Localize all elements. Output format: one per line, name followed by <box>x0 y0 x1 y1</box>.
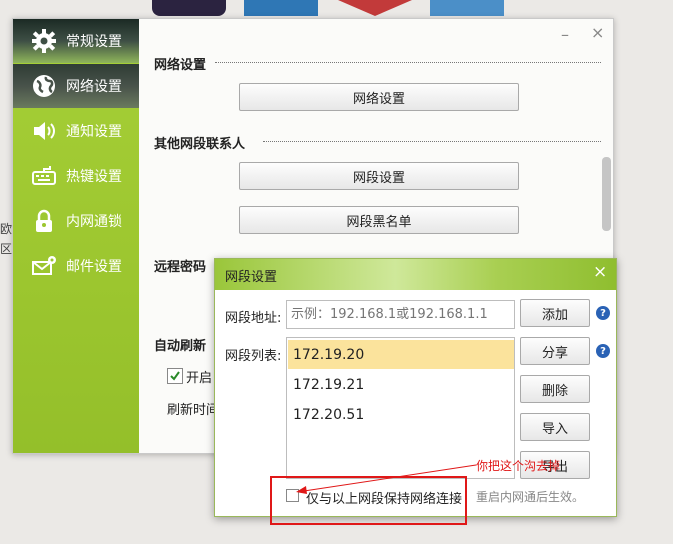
background-text: 欧 <box>0 222 13 236</box>
sidebar: 常规设置 网络设置 通知设置 热键设置 内网通锁 邮件设置 <box>13 19 139 453</box>
annotation-arrow <box>296 464 477 494</box>
segment-address-input[interactable] <box>286 300 515 329</box>
desktop-tile <box>244 0 318 16</box>
dialog-title: 网段设置 <box>225 270 278 285</box>
sidebar-item-label: 通知设置 <box>66 124 122 140</box>
list-item[interactable]: 172.19.20 <box>288 340 514 369</box>
sidebar-item-label: 邮件设置 <box>66 259 122 275</box>
sidebar-item-label: 内网通锁 <box>66 214 122 230</box>
sidebar-item-network[interactable]: 网络设置 <box>13 64 139 108</box>
sidebar-item-notification[interactable]: 通知设置 <box>13 109 139 153</box>
desktop-tile <box>430 0 504 16</box>
segment-blacklist-button[interactable]: 网段黑名单 <box>239 206 519 234</box>
sidebar-item-general[interactable]: 常规设置 <box>13 19 139 63</box>
sidebar-item-lock[interactable]: 内网通锁 <box>13 199 139 243</box>
refresh-time-label: 刷新时间 <box>167 403 220 418</box>
section-title-other-segment: 其他网段联系人 <box>154 137 246 152</box>
sidebar-item-label: 热键设置 <box>66 169 122 185</box>
gear-icon <box>30 27 58 55</box>
delete-button[interactable]: 删除 <box>520 375 590 403</box>
list-label: 网段列表: <box>225 349 282 364</box>
lock-icon <box>30 207 58 235</box>
add-button[interactable]: 添加 <box>520 299 590 327</box>
section-title-remote-password: 远程密码 <box>154 260 207 275</box>
section-divider <box>263 141 601 142</box>
section-title-network: 网络设置 <box>154 58 207 73</box>
keyboard-icon <box>30 162 58 190</box>
restart-note: 重启内网通后生效。 <box>476 490 585 504</box>
segment-settings-button[interactable]: 网段设置 <box>239 162 519 190</box>
sidebar-item-hotkey[interactable]: 热键设置 <box>13 154 139 198</box>
list-item[interactable]: 172.19.21 <box>288 370 514 399</box>
import-button[interactable]: 导入 <box>520 413 590 441</box>
share-button[interactable]: 分享 <box>520 337 590 365</box>
mail-gear-icon <box>30 252 58 280</box>
speaker-icon <box>30 117 58 145</box>
dialog-close-button[interactable]: × <box>593 262 607 282</box>
address-label: 网段地址: <box>225 311 282 326</box>
section-title-auto-refresh: 自动刷新 <box>154 339 207 354</box>
section-divider <box>215 62 601 63</box>
auto-refresh-label: 开启 <box>186 371 213 386</box>
checkmark-icon <box>170 371 180 381</box>
auto-refresh-checkbox[interactable] <box>167 368 183 384</box>
background-text: 区 <box>0 242 13 256</box>
help-icon[interactable]: ? <box>596 344 610 358</box>
desktop-tile <box>338 0 412 16</box>
network-settings-button[interactable]: 网络设置 <box>239 83 519 111</box>
sidebar-item-label: 网络设置 <box>66 79 122 95</box>
globe-icon <box>30 72 58 100</box>
dialog-titlebar: 网段设置 × <box>215 259 616 290</box>
scrollbar-thumb[interactable] <box>602 157 611 231</box>
list-item[interactable]: 172.20.51 <box>288 400 514 429</box>
help-icon[interactable]: ? <box>596 306 610 320</box>
sidebar-item-mail[interactable]: 邮件设置 <box>13 244 139 288</box>
sidebar-item-label: 常规设置 <box>66 34 122 50</box>
close-button[interactable]: × <box>591 23 604 42</box>
desktop-tile <box>152 0 226 16</box>
annotation-text: 你把这个沟去掉 <box>476 459 561 473</box>
minimize-button[interactable]: – <box>561 25 569 44</box>
